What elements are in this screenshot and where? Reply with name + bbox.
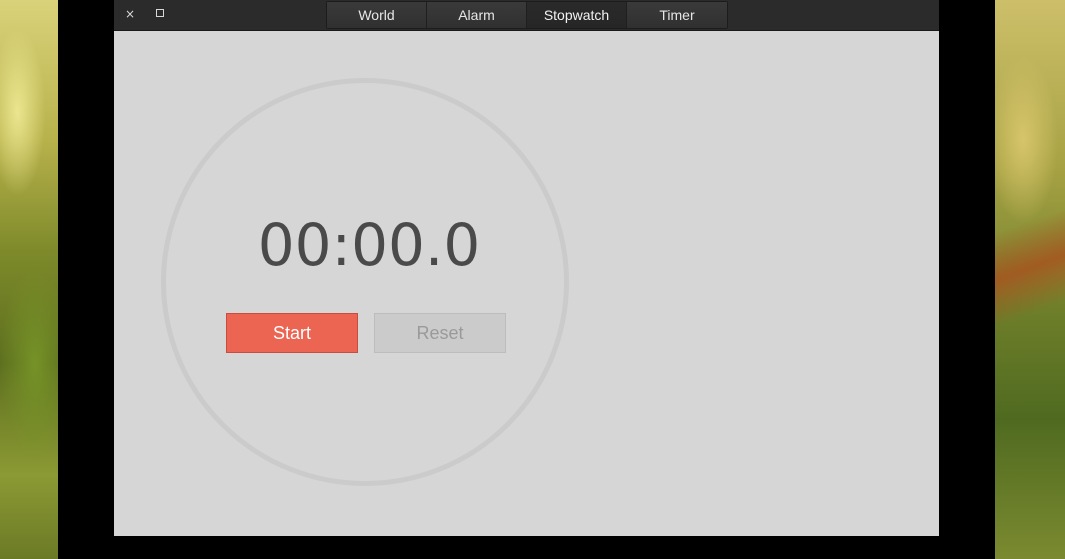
close-icon[interactable]: × — [122, 6, 138, 22]
stopwatch-panel: 00:00.0 Start Reset — [114, 31, 939, 536]
wallpaper-right — [995, 0, 1065, 559]
title-bar: × World Alarm Stopwatch Timer — [114, 0, 939, 31]
maximize-icon[interactable] — [152, 6, 168, 22]
tab-world[interactable]: World — [327, 2, 427, 28]
wallpaper-left — [0, 0, 58, 559]
tab-alarm[interactable]: Alarm — [427, 2, 527, 28]
start-button[interactable]: Start — [226, 313, 358, 353]
view-switcher: World Alarm Stopwatch Timer — [326, 1, 728, 29]
stopwatch-dial — [161, 78, 569, 486]
elapsed-time: 00:00.0 — [257, 211, 481, 279]
reset-button[interactable]: Reset — [374, 313, 506, 353]
tab-timer[interactable]: Timer — [627, 2, 727, 28]
clock-window: × World Alarm Stopwatch Timer 00:00.0 St… — [58, 0, 995, 559]
tab-stopwatch[interactable]: Stopwatch — [527, 2, 627, 28]
